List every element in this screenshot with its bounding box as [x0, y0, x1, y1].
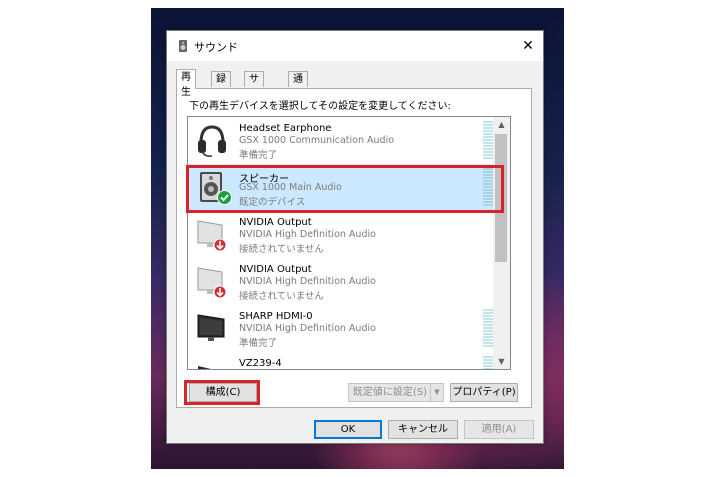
- device-status: 準備完了: [239, 338, 278, 349]
- tab-playback[interactable]: 再生: [176, 69, 196, 98]
- device-status: 接続されていません: [239, 244, 324, 255]
- list-item[interactable]: NVIDIA Output NVIDIA High Definition Aud…: [188, 258, 493, 305]
- apply-button[interactable]: 適用(A): [464, 420, 534, 439]
- device-name: NVIDIA Output: [239, 217, 312, 228]
- device-list[interactable]: Headset Earphone GSX 1000 Communication …: [187, 116, 511, 370]
- scroll-up-arrow-icon[interactable]: ▲: [493, 117, 510, 132]
- set-default-button[interactable]: 既定値に設定(S) ▼: [348, 383, 444, 402]
- device-name: SHARP HDMI-0: [239, 311, 313, 322]
- list-scrollbar[interactable]: ▲ ▼: [493, 117, 510, 369]
- check-icon: [217, 190, 232, 205]
- title-bar: サウンド ✕: [167, 31, 543, 61]
- chevron-down-icon[interactable]: ▼: [430, 384, 443, 401]
- list-item-selected[interactable]: スピーカー GSX 1000 Main Audio 既定のデバイス: [188, 164, 495, 211]
- instruction-text: 下の再生デバイスを選択してその設定を変更してください:: [189, 101, 451, 112]
- window-title: サウンド: [194, 41, 238, 54]
- set-default-label: 既定値に設定(S): [352, 387, 428, 398]
- list-item[interactable]: NVIDIA Output NVIDIA High Definition Aud…: [188, 211, 493, 258]
- monitor-icon: [198, 366, 211, 369]
- tab-recording[interactable]: 録音: [211, 71, 231, 100]
- tab-sounds[interactable]: サウンド: [244, 71, 264, 130]
- monitor-icon: [197, 314, 225, 341]
- scroll-down-arrow-icon[interactable]: ▼: [493, 354, 510, 369]
- list-item[interactable]: VZ239-4: [188, 352, 495, 369]
- configure-button[interactable]: 構成(C): [189, 383, 257, 402]
- device-name: Headset Earphone: [239, 123, 332, 134]
- device-status: 既定のデバイス: [239, 197, 306, 208]
- device-name: VZ239-4: [239, 358, 282, 369]
- device-driver: GSX 1000 Communication Audio: [239, 135, 395, 146]
- list-item[interactable]: Headset Earphone GSX 1000 Communication …: [188, 117, 495, 164]
- close-button[interactable]: ✕: [513, 31, 543, 61]
- tab-communications[interactable]: 通信: [288, 71, 308, 100]
- monitor-disconnected-icon: [197, 267, 227, 299]
- device-driver: NVIDIA High Definition Audio: [239, 229, 376, 240]
- cancel-button[interactable]: キャンセル: [388, 420, 458, 439]
- device-name: NVIDIA Output: [239, 264, 312, 275]
- device-status: 準備完了: [239, 150, 278, 161]
- monitor-disconnected-icon: [197, 220, 227, 252]
- device-driver: GSX 1000 Main Audio: [239, 182, 342, 193]
- ok-button[interactable]: OK: [314, 420, 382, 439]
- scroll-thumb[interactable]: [495, 134, 507, 262]
- list-item[interactable]: SHARP HDMI-0 NVIDIA High Definition Audi…: [188, 305, 495, 352]
- headset-icon: [198, 125, 226, 157]
- properties-button[interactable]: プロパティ(P): [450, 383, 518, 402]
- speaker-icon: [179, 40, 187, 52]
- device-status: 接続されていません: [239, 291, 324, 302]
- device-driver: NVIDIA High Definition Audio: [239, 276, 376, 287]
- device-driver: NVIDIA High Definition Audio: [239, 323, 376, 334]
